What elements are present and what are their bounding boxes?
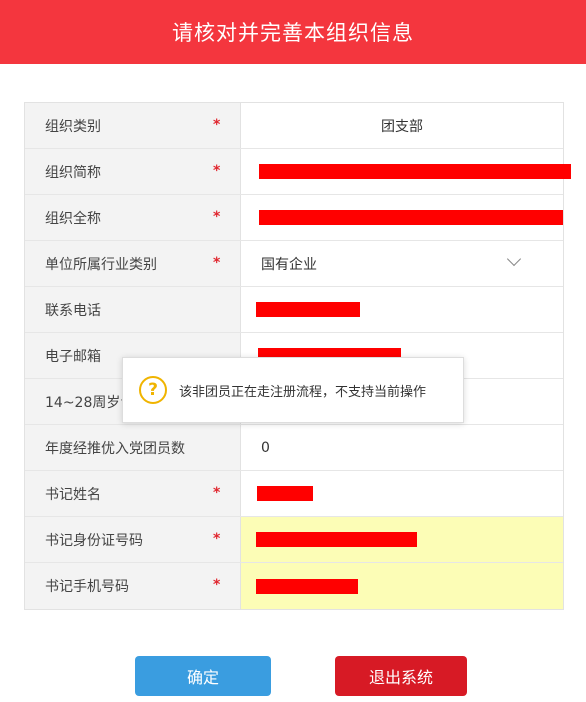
- dialog-message: 该非团员正在走注册流程，不支持当前操作: [179, 384, 427, 400]
- required-mark: *: [213, 485, 221, 501]
- required-mark: *: [213, 255, 221, 271]
- confirm-button[interactable]: 确定: [135, 656, 271, 696]
- field-label: 联系电话: [25, 287, 241, 332]
- field-label: 书记身份证号码 *: [25, 517, 241, 562]
- form-row-phone: 联系电话: [25, 287, 563, 333]
- field-label: 组织全称 *: [25, 195, 241, 240]
- secretary-phone-field[interactable]: [241, 563, 563, 609]
- redaction-bar: [256, 532, 417, 547]
- redaction-bar: [256, 302, 360, 317]
- field-label: 组织类别 *: [25, 103, 241, 148]
- field-label: 单位所属行业类别 *: [25, 241, 241, 286]
- redaction-bar: [257, 486, 313, 501]
- chevron-down-icon[interactable]: [506, 251, 522, 267]
- form-row-secretary-phone: 书记手机号码 *: [25, 563, 563, 609]
- field-label: 书记手机号码 *: [25, 563, 241, 609]
- org-short-name-field[interactable]: [241, 149, 571, 194]
- redaction-bar: [259, 164, 571, 179]
- form-row-secretary-name: 书记姓名 *: [25, 471, 563, 517]
- page-title: 请核对并完善本组织信息: [172, 21, 414, 45]
- form-row-org-type: 组织类别 * 团支部: [25, 103, 563, 149]
- org-type-value: 团支部: [381, 118, 423, 135]
- form-row-org-short-name: 组织简称 *: [25, 149, 571, 195]
- required-mark: *: [213, 117, 221, 133]
- form-row-industry: 单位所属行业类别 * 国有企业: [25, 241, 563, 287]
- secretary-id-field[interactable]: [241, 517, 563, 562]
- secretary-name-field[interactable]: [241, 471, 563, 516]
- redaction-bar: [259, 210, 563, 225]
- form-row-secretary-id: 书记身份证号码 *: [25, 517, 563, 563]
- party-recommend-field[interactable]: 0: [241, 425, 563, 470]
- org-full-name-field[interactable]: [241, 195, 563, 240]
- required-mark: *: [213, 209, 221, 225]
- required-mark: *: [213, 577, 221, 593]
- field-label: 年度经推优入党团员数: [25, 425, 241, 470]
- page-header: 请核对并完善本组织信息: [0, 0, 586, 64]
- phone-field[interactable]: [241, 287, 563, 332]
- required-mark: *: [213, 531, 221, 547]
- industry-select[interactable]: 国有企业: [241, 241, 563, 286]
- required-mark: *: [213, 163, 221, 179]
- question-circle-icon: ?: [139, 376, 167, 404]
- field-label: 书记姓名 *: [25, 471, 241, 516]
- form-row-org-full-name: 组织全称 *: [25, 195, 563, 241]
- org-info-form: 组织类别 * 团支部 组织简称 * 组织全称 * 单位所属行业类别 * 国有企业 联系电…: [24, 102, 571, 610]
- warning-dialog: ? 该非团员正在走注册流程，不支持当前操作: [122, 357, 464, 423]
- form-row-party-recommend: 年度经推优入党团员数 0: [25, 425, 563, 471]
- redaction-bar: [256, 578, 358, 594]
- field-label: 组织简称 *: [25, 149, 241, 194]
- exit-system-button[interactable]: 退出系统: [335, 656, 467, 696]
